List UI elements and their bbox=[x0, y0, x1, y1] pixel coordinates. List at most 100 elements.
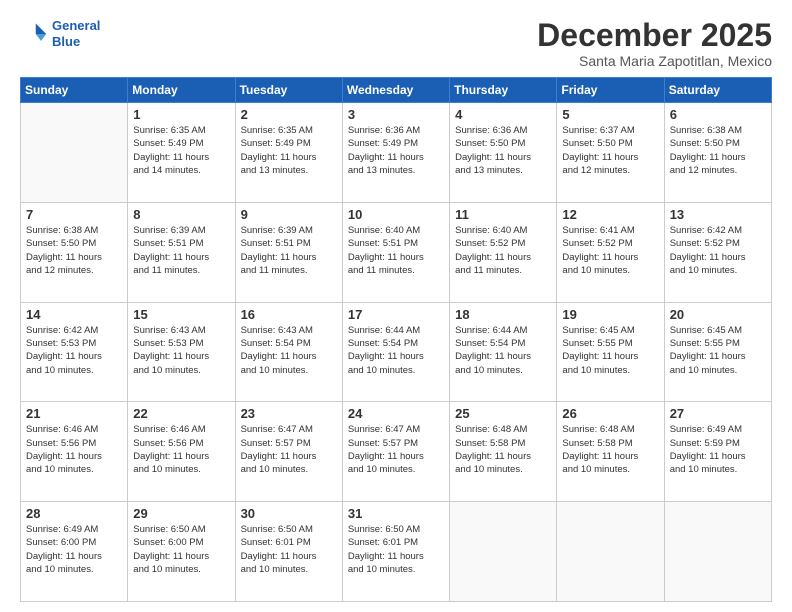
calendar-cell: 27Sunrise: 6:49 AM Sunset: 5:59 PM Dayli… bbox=[664, 402, 771, 502]
day-info: Sunrise: 6:39 AM Sunset: 5:51 PM Dayligh… bbox=[133, 224, 229, 277]
calendar-cell bbox=[450, 502, 557, 602]
day-info: Sunrise: 6:40 AM Sunset: 5:52 PM Dayligh… bbox=[455, 224, 551, 277]
calendar-cell: 28Sunrise: 6:49 AM Sunset: 6:00 PM Dayli… bbox=[21, 502, 128, 602]
header: General Blue December 2025 Santa Maria Z… bbox=[20, 18, 772, 69]
day-number: 7 bbox=[26, 207, 122, 222]
calendar-cell: 21 Sunrise: 6:46 AM Sunset: 5:56 PM Dayli… bbox=[21, 402, 128, 502]
day-number: 9 bbox=[241, 207, 337, 222]
day-info: Sunrise: 6:44 AM Sunset: 5:54 PM Dayligh… bbox=[348, 324, 444, 377]
calendar-week-row: 28Sunrise: 6:49 AM Sunset: 6:00 PM Dayli… bbox=[21, 502, 772, 602]
day-info: Sunrise: 6:43 AM Sunset: 5:53 PM Dayligh… bbox=[133, 324, 229, 377]
calendar-cell: 17Sunrise: 6:44 AM Sunset: 5:54 PM Dayli… bbox=[342, 302, 449, 402]
day-info: Sunrise: 6:42 AM Sunset: 5:52 PM Dayligh… bbox=[670, 224, 766, 277]
calendar-cell: 15 Sunrise: 6:43 AM Sunset: 5:53 PM Dayli… bbox=[128, 302, 235, 402]
day-info: Sunrise: 6:38 AM Sunset: 5:50 PM Dayligh… bbox=[670, 124, 766, 177]
day-info: Sunrise: 6:38 AM Sunset: 5:50 PM Dayligh… bbox=[26, 224, 122, 277]
day-info: Sunrise: 6:40 AM Sunset: 5:51 PM Dayligh… bbox=[348, 224, 444, 277]
day-number: 3 bbox=[348, 107, 444, 122]
calendar-cell: 4 Sunrise: 6:36 AM Sunset: 5:50 PM Daylig… bbox=[450, 103, 557, 203]
day-info: Sunrise: 6:45 AM Sunset: 5:55 PM Dayligh… bbox=[670, 324, 766, 377]
day-number: 30 bbox=[241, 506, 337, 521]
calendar-cell: 18Sunrise: 6:44 AM Sunset: 5:54 PM Dayli… bbox=[450, 302, 557, 402]
calendar-cell: 19 Sunrise: 6:45 AM Sunset: 5:55 PM Dayli… bbox=[557, 302, 664, 402]
title-block: December 2025 Santa Maria Zapotitlan, Me… bbox=[537, 18, 772, 69]
day-number: 19 bbox=[562, 307, 658, 322]
calendar-cell bbox=[21, 103, 128, 203]
day-info: Sunrise: 6:49 AM Sunset: 5:59 PM Dayligh… bbox=[670, 423, 766, 476]
page: General Blue December 2025 Santa Maria Z… bbox=[0, 0, 792, 612]
day-number: 4 bbox=[455, 107, 551, 122]
calendar-cell: 3 Sunrise: 6:36 AM Sunset: 5:49 PM Daylig… bbox=[342, 103, 449, 203]
day-number: 14 bbox=[26, 307, 122, 322]
day-number: 20 bbox=[670, 307, 766, 322]
day-number: 31 bbox=[348, 506, 444, 521]
calendar-week-row: 7 Sunrise: 6:38 AM Sunset: 5:50 PM Daylig… bbox=[21, 202, 772, 302]
day-number: 26 bbox=[562, 406, 658, 421]
day-number: 8 bbox=[133, 207, 229, 222]
calendar-cell: 11 Sunrise: 6:40 AM Sunset: 5:52 PM Dayli… bbox=[450, 202, 557, 302]
day-info: Sunrise: 6:46 AM Sunset: 5:56 PM Dayligh… bbox=[26, 423, 122, 476]
day-info: Sunrise: 6:43 AM Sunset: 5:54 PM Dayligh… bbox=[241, 324, 337, 377]
day-number: 15 bbox=[133, 307, 229, 322]
day-number: 6 bbox=[670, 107, 766, 122]
calendar-cell bbox=[557, 502, 664, 602]
weekday-header: Sunday bbox=[21, 78, 128, 103]
logo-icon bbox=[20, 20, 48, 48]
day-number: 11 bbox=[455, 207, 551, 222]
day-info: Sunrise: 6:46 AM Sunset: 5:56 PM Dayligh… bbox=[133, 423, 229, 476]
day-number: 10 bbox=[348, 207, 444, 222]
calendar-cell: 2Sunrise: 6:35 AM Sunset: 5:49 PM Daylig… bbox=[235, 103, 342, 203]
day-number: 12 bbox=[562, 207, 658, 222]
day-number: 22 bbox=[133, 406, 229, 421]
day-info: Sunrise: 6:37 AM Sunset: 5:50 PM Dayligh… bbox=[562, 124, 658, 177]
calendar-cell bbox=[664, 502, 771, 602]
calendar-cell: 29 Sunrise: 6:50 AM Sunset: 6:00 PM Dayli… bbox=[128, 502, 235, 602]
weekday-header: Tuesday bbox=[235, 78, 342, 103]
day-info: Sunrise: 6:50 AM Sunset: 6:01 PM Dayligh… bbox=[241, 523, 337, 576]
calendar-cell: 31Sunrise: 6:50 AM Sunset: 6:01 PM Dayli… bbox=[342, 502, 449, 602]
calendar-cell: 14 Sunrise: 6:42 AM Sunset: 5:53 PM Dayli… bbox=[21, 302, 128, 402]
day-info: Sunrise: 6:47 AM Sunset: 5:57 PM Dayligh… bbox=[348, 423, 444, 476]
calendar-week-row: 14 Sunrise: 6:42 AM Sunset: 5:53 PM Dayli… bbox=[21, 302, 772, 402]
calendar-week-row: 1Sunrise: 6:35 AM Sunset: 5:49 PM Daylig… bbox=[21, 103, 772, 203]
day-info: Sunrise: 6:42 AM Sunset: 5:53 PM Dayligh… bbox=[26, 324, 122, 377]
month-title: December 2025 bbox=[537, 18, 772, 53]
day-info: Sunrise: 6:48 AM Sunset: 5:58 PM Dayligh… bbox=[455, 423, 551, 476]
calendar-cell: 20 Sunrise: 6:45 AM Sunset: 5:55 PM Dayli… bbox=[664, 302, 771, 402]
calendar-table: SundayMondayTuesdayWednesdayThursdayFrid… bbox=[20, 77, 772, 602]
day-info: Sunrise: 6:35 AM Sunset: 5:49 PM Dayligh… bbox=[133, 124, 229, 177]
calendar-cell: 12 Sunrise: 6:41 AM Sunset: 5:52 PM Dayli… bbox=[557, 202, 664, 302]
weekday-header: Monday bbox=[128, 78, 235, 103]
calendar-cell: 25 Sunrise: 6:48 AM Sunset: 5:58 PM Dayli… bbox=[450, 402, 557, 502]
calendar-cell: 9Sunrise: 6:39 AM Sunset: 5:51 PM Daylig… bbox=[235, 202, 342, 302]
day-number: 21 bbox=[26, 406, 122, 421]
logo-text: General Blue bbox=[52, 18, 100, 49]
day-number: 29 bbox=[133, 506, 229, 521]
day-info: Sunrise: 6:36 AM Sunset: 5:49 PM Dayligh… bbox=[348, 124, 444, 177]
day-info: Sunrise: 6:50 AM Sunset: 6:00 PM Dayligh… bbox=[133, 523, 229, 576]
day-info: Sunrise: 6:48 AM Sunset: 5:58 PM Dayligh… bbox=[562, 423, 658, 476]
logo: General Blue bbox=[20, 18, 100, 49]
calendar-cell: 1Sunrise: 6:35 AM Sunset: 5:49 PM Daylig… bbox=[128, 103, 235, 203]
day-number: 13 bbox=[670, 207, 766, 222]
calendar-cell: 22 Sunrise: 6:46 AM Sunset: 5:56 PM Dayli… bbox=[128, 402, 235, 502]
calendar-cell: 16 Sunrise: 6:43 AM Sunset: 5:54 PM Dayli… bbox=[235, 302, 342, 402]
day-info: Sunrise: 6:36 AM Sunset: 5:50 PM Dayligh… bbox=[455, 124, 551, 177]
calendar-cell: 23Sunrise: 6:47 AM Sunset: 5:57 PM Dayli… bbox=[235, 402, 342, 502]
day-number: 16 bbox=[241, 307, 337, 322]
day-info: Sunrise: 6:41 AM Sunset: 5:52 PM Dayligh… bbox=[562, 224, 658, 277]
weekday-header-row: SundayMondayTuesdayWednesdayThursdayFrid… bbox=[21, 78, 772, 103]
calendar-cell: 10 Sunrise: 6:40 AM Sunset: 5:51 PM Dayli… bbox=[342, 202, 449, 302]
calendar-cell: 13 Sunrise: 6:42 AM Sunset: 5:52 PM Dayli… bbox=[664, 202, 771, 302]
calendar-cell: 7 Sunrise: 6:38 AM Sunset: 5:50 PM Daylig… bbox=[21, 202, 128, 302]
day-number: 2 bbox=[241, 107, 337, 122]
day-number: 25 bbox=[455, 406, 551, 421]
weekday-header: Friday bbox=[557, 78, 664, 103]
day-number: 24 bbox=[348, 406, 444, 421]
day-number: 18 bbox=[455, 307, 551, 322]
calendar-cell: 26 Sunrise: 6:48 AM Sunset: 5:58 PM Dayli… bbox=[557, 402, 664, 502]
day-info: Sunrise: 6:45 AM Sunset: 5:55 PM Dayligh… bbox=[562, 324, 658, 377]
day-info: Sunrise: 6:47 AM Sunset: 5:57 PM Dayligh… bbox=[241, 423, 337, 476]
calendar-cell: 8 Sunrise: 6:39 AM Sunset: 5:51 PM Daylig… bbox=[128, 202, 235, 302]
calendar-cell: 5Sunrise: 6:37 AM Sunset: 5:50 PM Daylig… bbox=[557, 103, 664, 203]
